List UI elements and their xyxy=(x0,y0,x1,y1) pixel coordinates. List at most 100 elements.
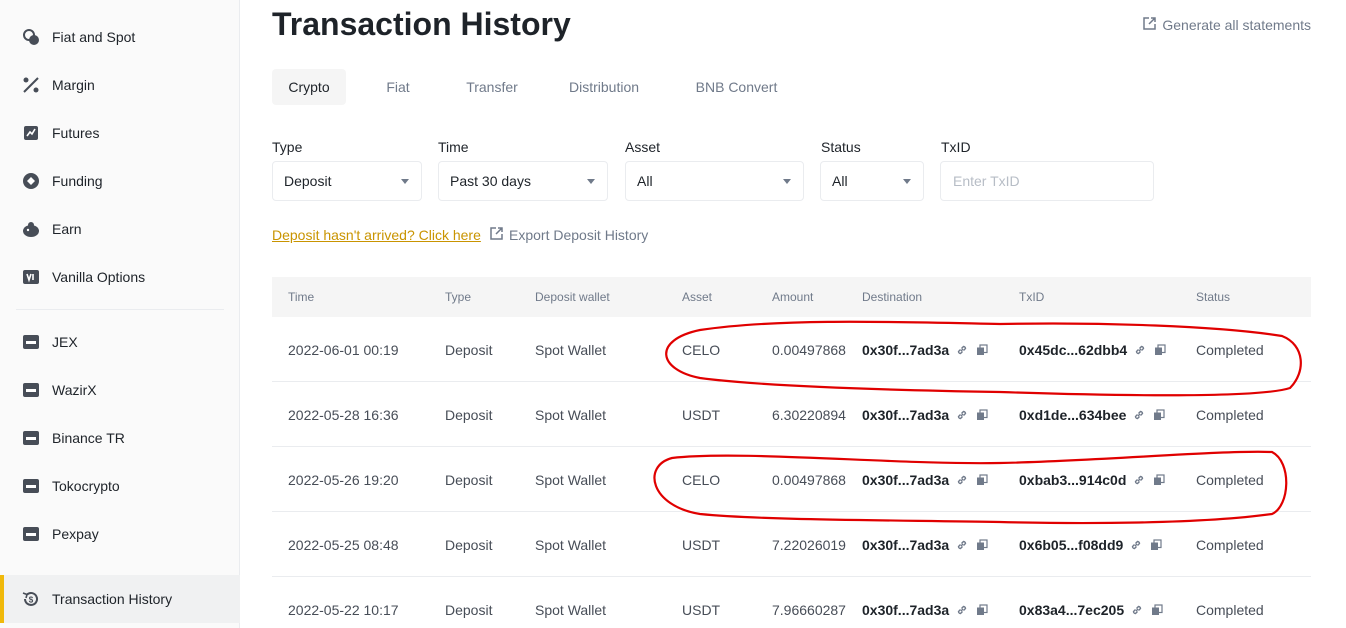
sidebar-item-tokocrypto[interactable]: Tokocrypto xyxy=(0,466,240,506)
cell-time-text: 2022-05-22 10:17 xyxy=(288,602,399,618)
sidebar-item-pexpay[interactable]: Pexpay xyxy=(0,514,240,554)
cell-type-text: Deposit xyxy=(445,537,493,553)
sidebar-item-jex[interactable]: JEX xyxy=(0,322,240,362)
tab-fiat[interactable]: Fiat xyxy=(346,69,450,105)
sidebar-item-funding[interactable]: Funding xyxy=(0,161,240,201)
sidebar-item-earn[interactable]: Earn xyxy=(0,209,240,249)
export-deposit-history-link[interactable]: Export Deposit History xyxy=(490,227,648,243)
sidebar-item-vanilla-options[interactable]: Vanilla Options xyxy=(0,257,240,297)
cell-asset: USDT xyxy=(682,407,720,423)
tab-distribution[interactable]: Distribution xyxy=(534,69,674,105)
cell-time: 2022-05-25 08:48 xyxy=(288,537,399,553)
link-icon[interactable] xyxy=(955,408,969,422)
cell-status-text: Completed xyxy=(1196,537,1264,553)
cell-time: 2022-05-28 16:36 xyxy=(288,407,399,423)
fiat-spot-icon xyxy=(22,28,40,46)
cell-amount: 7.22026019 xyxy=(772,537,846,553)
copy-icon[interactable] xyxy=(975,603,989,617)
asset-select[interactable]: All xyxy=(625,161,804,201)
tab-bnb-convert[interactable]: BNB Convert xyxy=(674,69,799,105)
sidebar-item-futures[interactable]: Futures xyxy=(0,113,240,153)
cell-type: Deposit xyxy=(445,407,492,423)
link-icon[interactable] xyxy=(1133,343,1147,357)
type-select[interactable]: Deposit xyxy=(272,161,422,201)
cell-destination-text: 0x30f...7ad3a xyxy=(862,342,950,358)
copy-icon[interactable] xyxy=(1149,538,1163,552)
link-icon[interactable] xyxy=(1132,473,1146,487)
copy-icon[interactable] xyxy=(1152,473,1166,487)
cell-time-text: 2022-05-25 08:48 xyxy=(288,537,399,553)
cell-asset-text: USDT xyxy=(682,407,721,423)
status-select[interactable]: All xyxy=(820,161,924,201)
cell-deposit-wallet: Spot Wallet xyxy=(535,407,606,423)
table-row: 2022-05-28 16:36 Deposit Spot Wallet USDT 6.… xyxy=(272,382,1311,447)
deposit-help-link[interactable]: Deposit hasn't arrived? Click here xyxy=(272,227,481,243)
cell-txid: 0x45dc...62dbb4 xyxy=(1019,342,1167,358)
table-row: 2022-05-25 08:48 Deposit Spot Wallet USDT 7.… xyxy=(272,512,1311,577)
sidebar-item-transaction-history[interactable]: $ Transaction History xyxy=(0,575,240,623)
sidebar-item-fiat-and-spot[interactable]: Fiat and Spot xyxy=(0,17,240,57)
cell-deposit-wallet-text: Spot Wallet xyxy=(535,602,607,618)
cell-destination-text: 0x30f...7ad3a xyxy=(862,602,950,618)
cell-txid-text: 0x45dc...62dbb4 xyxy=(1019,342,1128,358)
status-filter-label: Status xyxy=(821,139,861,155)
cell-time: 2022-05-22 10:17 xyxy=(288,602,399,618)
asset-select-value: All xyxy=(637,173,653,189)
tab-transfer[interactable]: Transfer xyxy=(450,69,534,105)
link-icon[interactable] xyxy=(955,603,969,617)
cell-destination: 0x30f...7ad3a xyxy=(862,602,989,618)
copy-icon[interactable] xyxy=(1150,603,1164,617)
copy-icon[interactable] xyxy=(975,343,989,357)
cell-asset-text: CELO xyxy=(682,472,721,488)
copy-icon[interactable] xyxy=(975,473,989,487)
wallet-icon xyxy=(22,525,40,543)
cell-deposit-wallet: Spot Wallet xyxy=(535,602,606,618)
asset-filter-label: Asset xyxy=(625,139,661,155)
column-header-amount: Amount xyxy=(772,290,814,304)
column-header-txid: TxID xyxy=(1019,290,1045,304)
cell-txid: 0x83a4...7ec205 xyxy=(1019,602,1164,618)
sidebar-item-margin[interactable]: Margin xyxy=(0,65,240,105)
cell-status-text: Completed xyxy=(1196,407,1264,423)
generate-statements-link[interactable]: Generate all statements xyxy=(1143,17,1311,33)
tab-crypto[interactable]: Crypto xyxy=(272,69,346,105)
cell-txid: 0x6b05...f08dd9 xyxy=(1019,537,1163,553)
cell-destination-text: 0x30f...7ad3a xyxy=(862,537,950,553)
cell-txid-text: 0xbab3...914c0d xyxy=(1019,472,1127,488)
cell-type: Deposit xyxy=(445,472,492,488)
cell-type-text: Deposit xyxy=(445,407,493,423)
link-icon[interactable] xyxy=(1132,408,1146,422)
cell-destination: 0x30f...7ad3a xyxy=(862,407,989,423)
cell-deposit-wallet: Spot Wallet xyxy=(535,342,606,358)
txid-filter-label: TxID xyxy=(941,139,971,155)
cell-type: Deposit xyxy=(445,537,492,553)
sidebar-item-binance-tr[interactable]: Binance TR xyxy=(0,418,240,458)
type-select-value: Deposit xyxy=(284,173,332,189)
cell-deposit-wallet: Spot Wallet xyxy=(535,537,606,553)
cell-txid-text: 0x6b05...f08dd9 xyxy=(1019,537,1124,553)
cell-destination: 0x30f...7ad3a xyxy=(862,342,989,358)
sidebar-item-label: Futures xyxy=(52,125,100,141)
sidebar-item-label: Tokocrypto xyxy=(52,478,120,494)
copy-icon[interactable] xyxy=(1152,408,1166,422)
time-select[interactable]: Past 30 days xyxy=(438,161,608,201)
copy-icon[interactable] xyxy=(975,408,989,422)
link-icon[interactable] xyxy=(1129,538,1143,552)
sidebar-item-wazirx[interactable]: WazirX xyxy=(0,370,240,410)
external-link-icon xyxy=(490,227,503,243)
link-icon[interactable] xyxy=(955,343,969,357)
table-row: 2022-05-26 19:20 Deposit Spot Wallet CELO 0.… xyxy=(272,447,1311,512)
txid-input[interactable] xyxy=(940,161,1154,201)
cell-asset-text: USDT xyxy=(682,537,721,553)
cell-txid: 0xd1de...634bee xyxy=(1019,407,1166,423)
table-row: 2022-05-22 10:17 Deposit Spot Wallet USDT 7.… xyxy=(272,577,1311,628)
cell-amount-text: 6.30220894 xyxy=(772,407,846,423)
link-icon[interactable] xyxy=(955,473,969,487)
sidebar-item-label: Pexpay xyxy=(52,526,99,542)
copy-icon[interactable] xyxy=(1153,343,1167,357)
link-icon[interactable] xyxy=(1130,603,1144,617)
cell-type-text: Deposit xyxy=(445,472,493,488)
futures-icon xyxy=(22,124,40,142)
link-icon[interactable] xyxy=(955,538,969,552)
copy-icon[interactable] xyxy=(975,538,989,552)
